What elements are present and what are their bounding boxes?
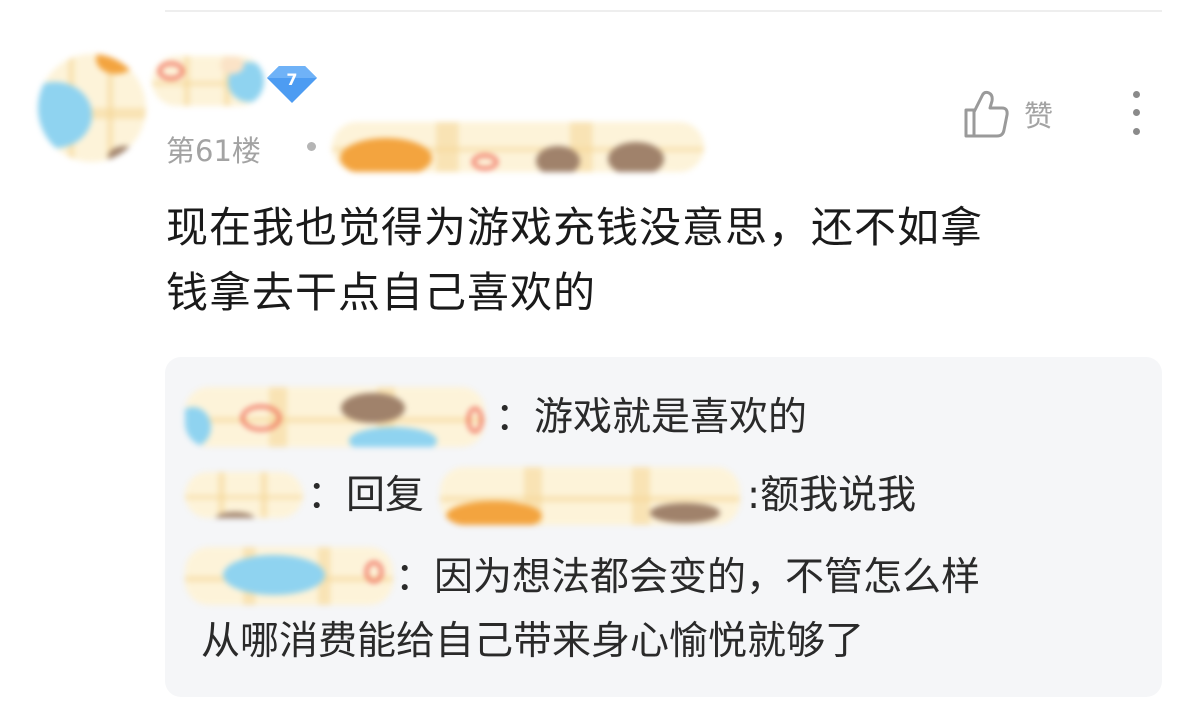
meta-separator-dot (307, 142, 316, 151)
floor-number: 第61楼 (166, 134, 261, 168)
level-badge: 7 (266, 64, 318, 104)
ip-location (332, 122, 704, 172)
top-divider (165, 10, 1162, 12)
reply-text: :额我说我 (747, 473, 917, 518)
like-label: 赞 (1024, 99, 1054, 133)
like-button[interactable]: 赞 (962, 86, 1072, 142)
reply-prefix: ：回复 (307, 473, 425, 518)
comment-text: 现在我也觉得为游戏充钱没意思，还不如拿 钱拿去干点自己喜欢的 (166, 195, 1156, 325)
reply-text: ：因为想法都会变的，不管怎么样 (395, 555, 981, 600)
reply-text-continuation: 从哪消费能给自己带来身心愉悦就够了 (201, 619, 865, 664)
reply-box[interactable]: ：游戏就是喜欢的 ：回复 :额我说我 ：因为想法都会变的，不管怎么样 从哪消费能… (165, 357, 1162, 697)
reply-text: ：游戏就是喜欢的 (495, 395, 808, 440)
reply-mentioned-user[interactable] (440, 467, 740, 525)
reply-author-name[interactable] (185, 547, 393, 605)
username[interactable] (152, 56, 264, 106)
avatar[interactable] (38, 54, 146, 162)
level-number: 7 (286, 70, 298, 89)
thumbs-up-icon (964, 90, 1009, 138)
comment-line-2: 钱拿去干点自己喜欢的 (166, 268, 597, 317)
more-menu-button[interactable] (1118, 86, 1154, 140)
reply-author-name[interactable] (185, 387, 485, 447)
comment-line-1: 现在我也觉得为游戏充钱没意思，还不如拿 (166, 203, 984, 252)
reply-author-name[interactable] (185, 472, 303, 518)
